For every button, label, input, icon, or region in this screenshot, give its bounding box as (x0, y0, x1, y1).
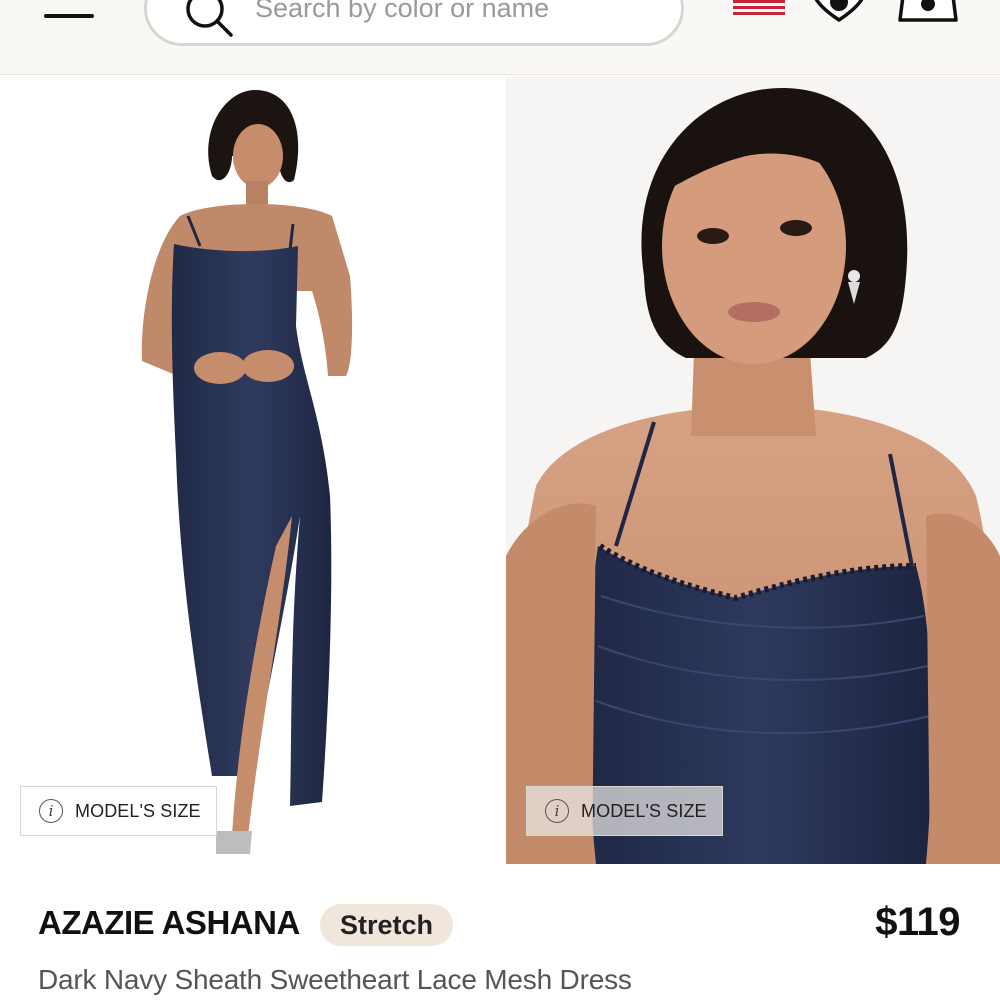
search-input[interactable] (253, 0, 657, 27)
search-bar[interactable] (144, 0, 684, 46)
model-size-button[interactable]: i MODEL'S SIZE (526, 786, 723, 836)
model-close-up-illustration (506, 76, 1000, 864)
product-image-full-length[interactable] (0, 76, 505, 864)
model-full-length-illustration (141, 90, 353, 854)
product-brand: AZAZIE ASHANA (38, 904, 300, 941)
product-title[interactable]: Dark Navy Sheath Sweetheart Lace Mesh Dr… (38, 964, 632, 996)
stretch-badge: Stretch (320, 904, 454, 946)
us-flag-icon[interactable] (733, 0, 785, 16)
model-size-label: MODEL'S SIZE (75, 800, 201, 821)
top-header (0, 0, 1000, 75)
info-icon: i (545, 799, 569, 823)
search-icon (186, 0, 233, 37)
shopping-bag-icon[interactable] (896, 0, 960, 24)
hamburger-menu-icon[interactable] (44, 0, 96, 22)
heart-icon[interactable] (808, 0, 870, 24)
info-icon: i (39, 799, 63, 823)
model-size-button[interactable]: i MODEL'S SIZE (20, 786, 217, 836)
model-size-label: MODEL'S SIZE (581, 800, 707, 821)
product-price: $119 (875, 900, 960, 944)
product-image-close-up[interactable] (506, 76, 1000, 864)
